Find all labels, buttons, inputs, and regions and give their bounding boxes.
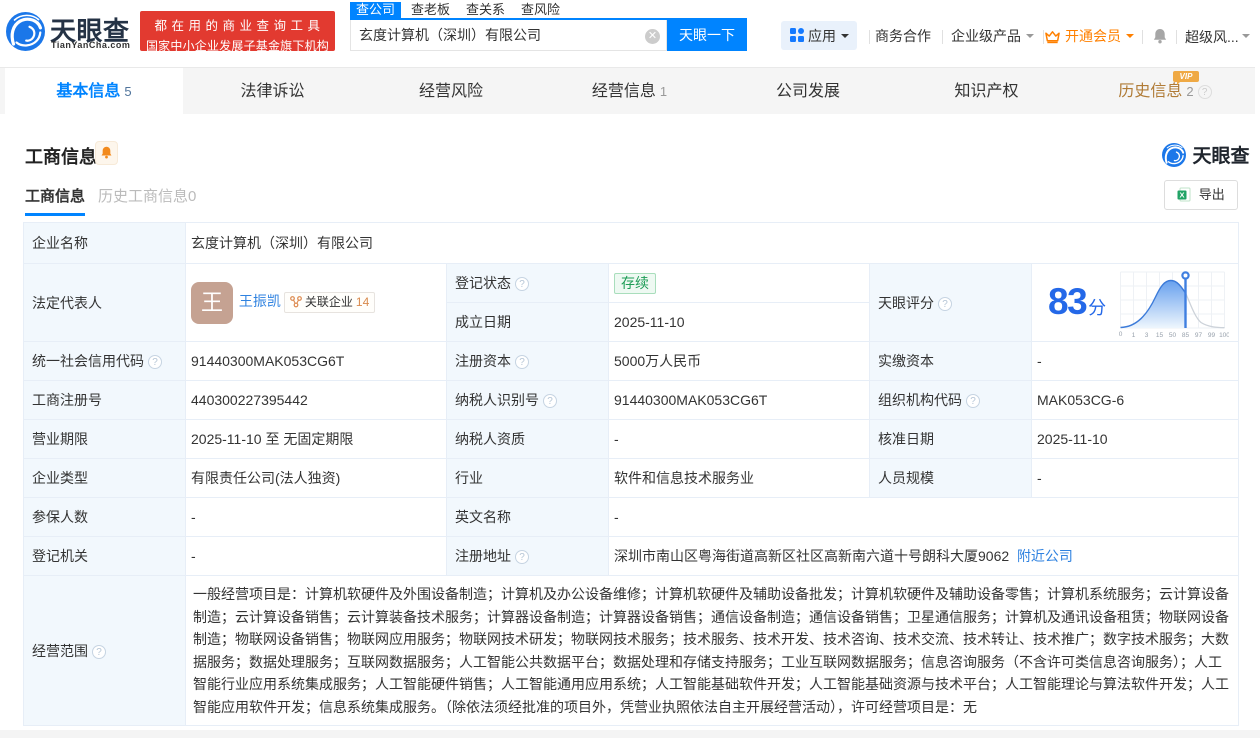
- svg-text:X: X: [1180, 191, 1185, 200]
- svg-text:85: 85: [1182, 332, 1190, 339]
- svg-text:1: 1: [1132, 332, 1136, 339]
- svg-text:0: 0: [1119, 331, 1123, 338]
- svg-text:100: 100: [1219, 332, 1229, 339]
- svg-text:99: 99: [1208, 332, 1216, 339]
- svg-text:3: 3: [1145, 332, 1149, 339]
- svg-text:97: 97: [1195, 332, 1203, 339]
- svg-text:15: 15: [1156, 332, 1164, 339]
- svg-text:50: 50: [1169, 332, 1177, 339]
